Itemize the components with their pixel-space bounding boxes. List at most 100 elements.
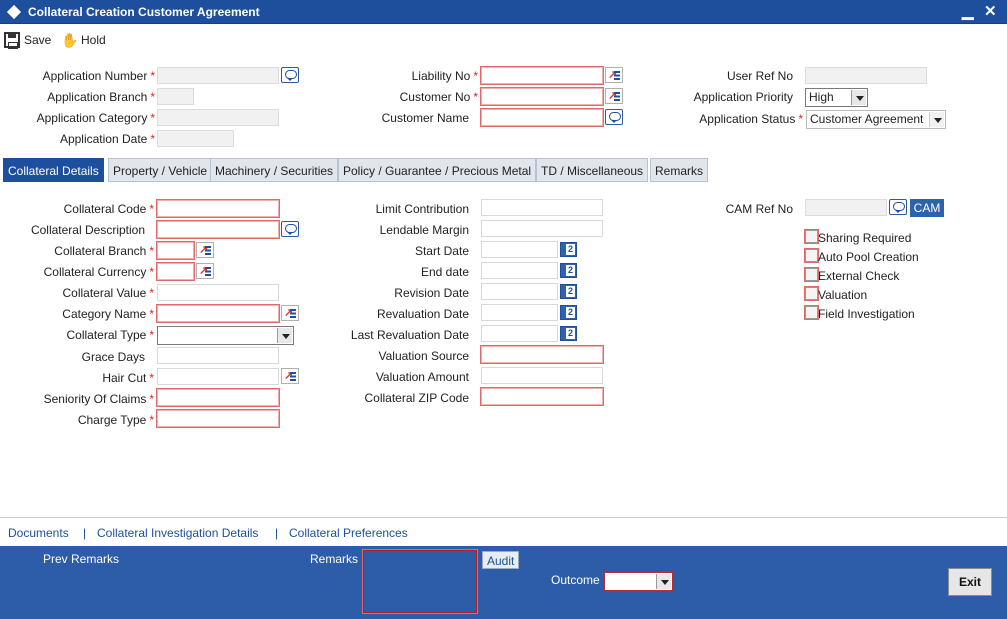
application-category-field[interactable] bbox=[157, 109, 279, 126]
link-separator: | bbox=[83, 526, 87, 540]
valuation-amount-label: Valuation Amount bbox=[375, 370, 469, 384]
field-investigation-checkbox[interactable] bbox=[805, 306, 818, 319]
customer-name-field[interactable] bbox=[480, 108, 604, 127]
app-diamond-icon bbox=[6, 4, 22, 20]
collateral-branch-label: Collateral Branch * bbox=[54, 244, 154, 258]
user-ref-no-field[interactable] bbox=[805, 67, 927, 84]
audit-button[interactable]: Audit bbox=[482, 551, 520, 569]
liability-no-field[interactable] bbox=[480, 66, 604, 85]
subscreen-links: Documents | Collateral Investigation Det… bbox=[0, 517, 1007, 546]
external-check-checkbox[interactable] bbox=[805, 268, 818, 281]
cam-ref-no-chat-icon[interactable] bbox=[889, 199, 907, 215]
application-branch-field[interactable] bbox=[157, 88, 194, 105]
hand-icon: ✋ bbox=[61, 32, 79, 48]
collateral-branch-field[interactable] bbox=[156, 241, 195, 260]
revaluation-date-label: Revaluation Date bbox=[376, 307, 469, 321]
external-check-label: External Check bbox=[818, 269, 900, 283]
hold-button[interactable]: ✋ Hold bbox=[61, 31, 106, 49]
hair-cut-field[interactable] bbox=[157, 368, 279, 385]
close-icon[interactable]: ✕ bbox=[984, 2, 997, 20]
cam-ref-no-field[interactable] bbox=[805, 199, 887, 216]
application-status-label: Application Status * bbox=[699, 112, 803, 126]
grace-days-field[interactable] bbox=[157, 347, 279, 364]
liability-no-lov-icon[interactable]: ↗ bbox=[605, 67, 623, 83]
outcome-label: Outcome bbox=[551, 573, 600, 587]
lendable-margin-field[interactable] bbox=[481, 220, 603, 237]
collateral-code-field[interactable] bbox=[156, 199, 280, 218]
grace-days-label: Grace Days bbox=[81, 350, 145, 364]
collateral-description-chat-icon[interactable] bbox=[281, 221, 299, 237]
tab-property-vehicle[interactable]: Property / Vehicle bbox=[108, 158, 213, 182]
end-date-field[interactable] bbox=[481, 262, 558, 279]
collateral-description-field[interactable] bbox=[156, 220, 280, 239]
application-status-select[interactable]: Customer Agreement bbox=[806, 110, 946, 129]
calendar-icon[interactable] bbox=[560, 284, 577, 299]
collateral-branch-lov-icon[interactable]: ↗ bbox=[196, 242, 214, 258]
outcome-select[interactable] bbox=[603, 571, 674, 592]
customer-name-chat-icon[interactable] bbox=[605, 109, 623, 125]
charge-type-field[interactable] bbox=[156, 409, 280, 428]
save-button[interactable]: Save bbox=[4, 31, 51, 49]
lendable-margin-label: Lendable Margin bbox=[379, 223, 469, 237]
calendar-icon[interactable] bbox=[560, 242, 577, 257]
auto-pool-creation-checkbox[interactable] bbox=[805, 249, 818, 262]
seniority-of-claims-field[interactable] bbox=[156, 388, 280, 407]
calendar-icon[interactable] bbox=[560, 305, 577, 320]
sharing-required-checkbox[interactable] bbox=[805, 230, 818, 243]
chevron-down-icon bbox=[277, 328, 292, 343]
prev-remarks-label: Prev Remarks bbox=[43, 552, 120, 566]
application-number-chat-icon[interactable] bbox=[281, 67, 299, 83]
last-revaluation-date-field[interactable] bbox=[481, 325, 558, 342]
collateral-type-select[interactable] bbox=[157, 326, 294, 345]
application-priority-select[interactable]: High bbox=[805, 88, 868, 107]
customer-name-label: Customer Name bbox=[381, 111, 469, 125]
start-date-field[interactable] bbox=[481, 241, 558, 258]
valuation-checkbox[interactable] bbox=[805, 287, 818, 300]
tab-td-miscellaneous[interactable]: TD / Miscellaneous bbox=[536, 158, 649, 182]
calendar-icon[interactable] bbox=[560, 263, 577, 278]
application-number-field[interactable] bbox=[157, 67, 279, 84]
collateral-investigation-details-link[interactable]: Collateral Investigation Details bbox=[97, 526, 258, 540]
customer-no-lov-icon[interactable]: ↗ bbox=[605, 88, 623, 104]
exit-button[interactable]: Exit bbox=[948, 568, 992, 596]
collateral-value-field[interactable] bbox=[157, 284, 279, 301]
title-bar: Collateral Creation Customer Agreement ▁… bbox=[0, 0, 1007, 24]
minimize-icon[interactable]: ▁ bbox=[962, 2, 974, 20]
save-icon bbox=[4, 32, 20, 49]
collateral-currency-lov-icon[interactable]: ↗ bbox=[196, 263, 214, 279]
remarks-textarea[interactable] bbox=[362, 549, 478, 614]
tab-machinery-securities[interactable]: Machinery / Securities bbox=[210, 158, 339, 182]
link-separator: | bbox=[275, 526, 279, 540]
save-label: Save bbox=[24, 33, 52, 47]
application-category-label: Application Category * bbox=[36, 111, 155, 125]
category-name-field[interactable] bbox=[156, 304, 280, 323]
user-ref-no-label: User Ref No bbox=[726, 69, 793, 83]
category-name-label: Category Name * bbox=[62, 307, 154, 321]
tab-remarks[interactable]: Remarks bbox=[650, 158, 709, 182]
valuation-source-field[interactable] bbox=[480, 345, 604, 364]
tab-policy-guarantee[interactable]: Policy / Guarantee / Precious Metal bbox=[338, 158, 537, 182]
tab-collateral-details[interactable]: Collateral Details bbox=[3, 158, 104, 182]
hair-cut-lov-icon[interactable]: ↗ bbox=[281, 368, 299, 384]
limit-contribution-field[interactable] bbox=[481, 199, 603, 216]
liability-no-label: Liability No * bbox=[411, 69, 478, 83]
collateral-currency-field[interactable] bbox=[156, 262, 195, 281]
hold-label: Hold bbox=[81, 33, 106, 47]
application-date-field[interactable] bbox=[157, 130, 234, 147]
revaluation-date-field[interactable] bbox=[481, 304, 558, 321]
documents-link[interactable]: Documents bbox=[8, 526, 69, 540]
valuation-amount-field[interactable] bbox=[481, 367, 603, 384]
collateral-preferences-link[interactable]: Collateral Preferences bbox=[289, 526, 408, 540]
cam-button[interactable]: CAM bbox=[910, 199, 944, 217]
customer-no-field[interactable] bbox=[480, 87, 604, 106]
application-date-label: Application Date * bbox=[59, 132, 155, 146]
revision-date-field[interactable] bbox=[481, 283, 558, 300]
category-name-lov-icon[interactable]: ↗ bbox=[281, 305, 299, 321]
chevron-down-icon bbox=[851, 90, 866, 105]
seniority-of-claims-label: Seniority Of Claims * bbox=[43, 392, 154, 406]
application-branch-label: Application Branch * bbox=[47, 90, 155, 104]
toolbar: Save ✋ Hold bbox=[0, 25, 1007, 53]
calendar-icon[interactable] bbox=[560, 326, 577, 341]
collateral-code-label: Collateral Code * bbox=[63, 202, 154, 216]
collateral-zip-code-field[interactable] bbox=[480, 387, 604, 406]
